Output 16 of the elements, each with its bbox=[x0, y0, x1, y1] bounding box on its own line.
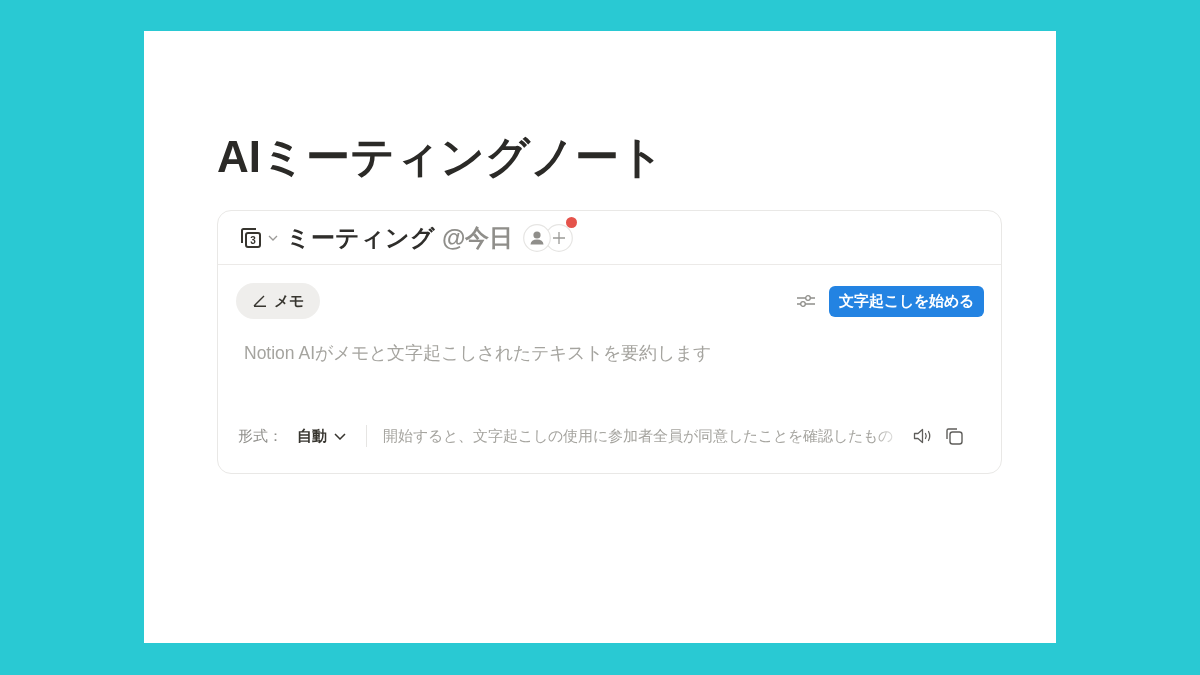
meeting-title[interactable]: ミーティング bbox=[286, 221, 435, 254]
speaker-icon[interactable] bbox=[913, 428, 933, 444]
copy-icon[interactable] bbox=[945, 427, 963, 445]
pencil-icon bbox=[253, 295, 267, 307]
format-label: 形式： bbox=[237, 426, 283, 446]
summary-input-field[interactable]: Notion AIがメモと文字起こしされたテキストを要約します bbox=[236, 338, 984, 368]
chevron-down-icon bbox=[334, 432, 346, 440]
consent-notice: 開始すると、文字起こしの使用に参加者全員が同意したことを確認したもの bbox=[383, 426, 893, 446]
format-dropdown[interactable]: 自動 bbox=[297, 426, 346, 446]
sliders-icon[interactable] bbox=[797, 295, 815, 307]
memo-button[interactable]: メモ bbox=[236, 283, 320, 319]
add-person-icon[interactable] bbox=[545, 223, 574, 252]
person-avatar-icon[interactable] bbox=[523, 223, 552, 252]
page-title: AIミーティングノート bbox=[217, 135, 664, 179]
start-transcription-button[interactable]: 文字起こしを始める bbox=[829, 285, 984, 317]
chevron-down-icon[interactable] bbox=[268, 234, 278, 241]
